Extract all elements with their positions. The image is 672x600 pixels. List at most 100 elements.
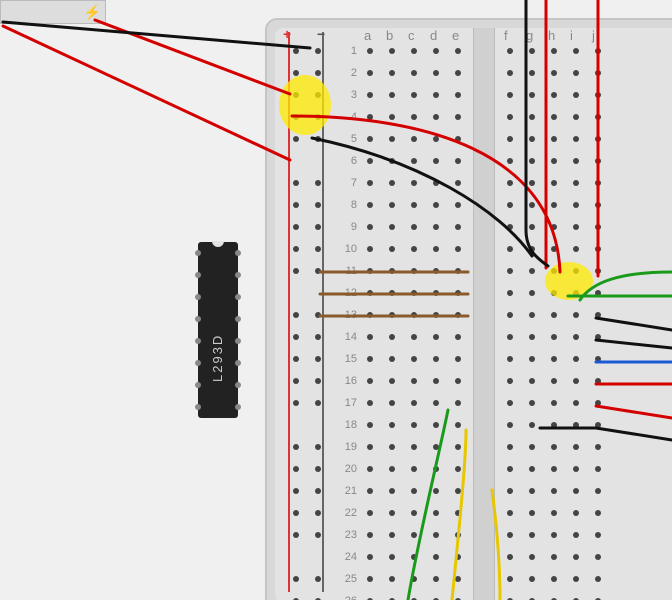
tie-hole[interactable] [367,444,373,450]
tie-hole[interactable] [411,290,417,296]
tie-hole[interactable] [367,158,373,164]
tie-hole[interactable] [367,202,373,208]
tie-hole[interactable] [529,510,535,516]
tie-hole[interactable] [455,422,461,428]
tie-hole[interactable] [507,158,513,164]
tie-hole[interactable] [529,70,535,76]
tie-hole[interactable] [595,576,601,582]
tie-hole[interactable] [529,136,535,142]
tie-hole[interactable] [389,290,395,296]
tie-hole[interactable] [573,554,579,560]
tie-hole[interactable] [367,576,373,582]
tie-hole[interactable] [455,224,461,230]
tie-hole[interactable] [455,158,461,164]
tie-hole[interactable] [595,202,601,208]
rail-hole[interactable] [315,488,321,494]
tie-hole[interactable] [389,246,395,252]
tie-hole[interactable] [529,224,535,230]
wire-ext-red-top[interactable] [95,20,290,94]
tie-hole[interactable] [367,378,373,384]
tie-hole[interactable] [551,356,557,362]
tie-hole[interactable] [455,136,461,142]
tie-hole[interactable] [551,576,557,582]
tie-hole[interactable] [529,334,535,340]
rail-hole[interactable] [315,466,321,472]
rail-hole[interactable] [315,70,321,76]
tie-hole[interactable] [507,114,513,120]
tie-hole[interactable] [433,356,439,362]
tie-hole[interactable] [411,356,417,362]
tie-hole[interactable] [551,92,557,98]
tie-hole[interactable] [367,268,373,274]
rail-hole[interactable] [293,224,299,230]
tie-hole[interactable] [389,422,395,428]
tie-hole[interactable] [595,510,601,516]
rail-hole[interactable] [315,532,321,538]
tie-hole[interactable] [455,576,461,582]
tie-hole[interactable] [389,224,395,230]
tie-hole[interactable] [433,48,439,54]
tie-hole[interactable] [595,312,601,318]
tie-hole[interactable] [389,356,395,362]
tie-hole[interactable] [433,92,439,98]
tie-hole[interactable] [595,554,601,560]
tie-hole[interactable] [367,400,373,406]
tie-hole[interactable] [389,532,395,538]
tie-hole[interactable] [507,532,513,538]
tie-hole[interactable] [529,532,535,538]
rail-hole[interactable] [293,312,299,318]
tie-hole[interactable] [411,444,417,450]
tie-hole[interactable] [595,488,601,494]
tie-hole[interactable] [595,444,601,450]
wire-ext-red-long[interactable] [3,26,290,160]
tie-hole[interactable] [433,224,439,230]
tie-hole[interactable] [551,554,557,560]
tie-hole[interactable] [433,488,439,494]
tie-hole[interactable] [529,488,535,494]
tie-hole[interactable] [551,334,557,340]
l293d-chip[interactable]: L293D [198,242,238,418]
tie-hole[interactable] [507,268,513,274]
tie-hole[interactable] [573,158,579,164]
tie-hole[interactable] [507,334,513,340]
tie-hole[interactable] [455,510,461,516]
tie-hole[interactable] [573,532,579,538]
tie-hole[interactable] [529,246,535,252]
tie-hole[interactable] [389,180,395,186]
tie-hole[interactable] [573,136,579,142]
wire-ext-black-top[interactable] [3,22,310,48]
rail-hole[interactable] [315,246,321,252]
tie-hole[interactable] [573,202,579,208]
tie-hole[interactable] [573,356,579,362]
tie-hole[interactable] [411,70,417,76]
rail-hole[interactable] [293,268,299,274]
tie-hole[interactable] [367,180,373,186]
tie-hole[interactable] [507,224,513,230]
tie-hole[interactable] [367,466,373,472]
tie-hole[interactable] [389,70,395,76]
tie-hole[interactable] [433,202,439,208]
tie-hole[interactable] [573,312,579,318]
tie-hole[interactable] [573,224,579,230]
tie-hole[interactable] [529,180,535,186]
tie-hole[interactable] [367,334,373,340]
tie-hole[interactable] [411,532,417,538]
tie-hole[interactable] [433,532,439,538]
tie-hole[interactable] [595,136,601,142]
tie-hole[interactable] [455,334,461,340]
tie-hole[interactable] [455,246,461,252]
tie-hole[interactable] [507,488,513,494]
tie-hole[interactable] [507,246,513,252]
rail-hole[interactable] [315,510,321,516]
tie-hole[interactable] [433,180,439,186]
tie-hole[interactable] [411,466,417,472]
tie-hole[interactable] [529,576,535,582]
tie-hole[interactable] [367,290,373,296]
tie-hole[interactable] [507,70,513,76]
tie-hole[interactable] [595,92,601,98]
tie-hole[interactable] [573,92,579,98]
tie-hole[interactable] [551,422,557,428]
tie-hole[interactable] [455,554,461,560]
rail-hole[interactable] [315,224,321,230]
tie-hole[interactable] [367,488,373,494]
